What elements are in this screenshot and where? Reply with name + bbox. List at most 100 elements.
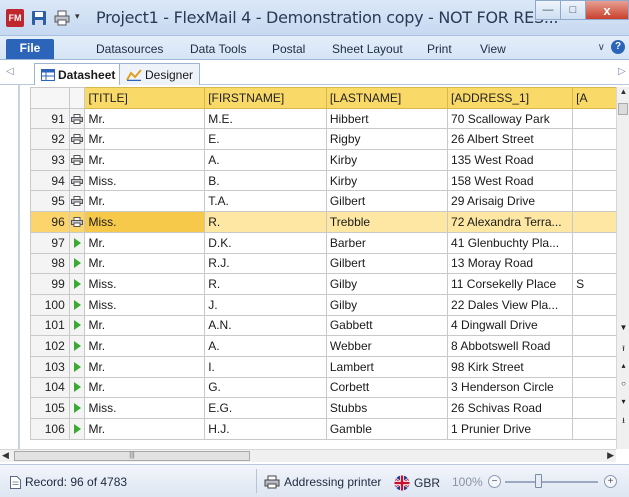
cell-lastname[interactable]: Rigby	[325, 128, 449, 151]
row-number[interactable]: 105	[30, 397, 70, 419]
tab-sheet-layout[interactable]: Sheet Layout	[332, 42, 403, 56]
cell-title[interactable]: Mr.	[84, 107, 206, 130]
cell-lastname[interactable]: Lambert	[325, 355, 449, 378]
scroll-previous-record-icon[interactable]: ▴	[617, 361, 629, 370]
cell-address1[interactable]: 3 Henderson Circle	[447, 376, 574, 399]
table-row[interactable]: 106 Mr. H.J. Gamble 1 Prunier Drive	[30, 418, 629, 440]
cell-firstname[interactable]: G.	[204, 376, 327, 399]
table-row[interactable]: 103 Mr. I. Lambert 98 Kirk Street	[30, 355, 629, 378]
cell-title[interactable]: Mr.	[84, 376, 206, 399]
country-indicator[interactable]: GBR	[394, 475, 440, 491]
cell-title[interactable]: Mr.	[84, 314, 206, 337]
cell-address1[interactable]: 158 West Road	[447, 169, 574, 192]
cell-lastname[interactable]: Trebble	[325, 211, 449, 233]
horizontal-scroll-thumb[interactable]: |||	[14, 451, 250, 461]
cell-address1[interactable]: 8 Abbotswell Road	[447, 335, 574, 357]
table-row[interactable]: 97 Mr. D.K. Barber 41 Glenbuchty Pla...	[30, 231, 629, 254]
table-row[interactable]: 101 Mr. A.N. Gabbett 4 Dingwall Drive	[30, 314, 629, 337]
cell-title[interactable]: Miss.	[84, 211, 206, 233]
tab-view[interactable]: View	[480, 42, 506, 56]
cell-firstname[interactable]: R.	[204, 273, 327, 295]
cell-lastname[interactable]: Gilby	[325, 293, 449, 316]
table-row[interactable]: 94 Miss. B. Kirby 158 West Road	[30, 169, 629, 192]
tab-datasheet[interactable]: Datasheet	[34, 63, 123, 85]
close-button[interactable]: x	[585, 0, 629, 20]
zoom-in-button[interactable]: +	[604, 475, 617, 488]
cell-firstname[interactable]: J.	[204, 293, 327, 316]
row-number[interactable]: 104	[30, 376, 70, 399]
row-number[interactable]: 97	[30, 231, 70, 254]
cell-title[interactable]: Mr.	[84, 335, 206, 357]
row-number[interactable]: 106	[30, 418, 70, 440]
cell-address1[interactable]: 29 Arisaig Drive	[447, 190, 574, 213]
row-number[interactable]: 91	[30, 107, 70, 130]
help-icon[interactable]: ?	[611, 40, 625, 54]
cell-lastname[interactable]: Gilbert	[325, 252, 449, 275]
row-number[interactable]: 92	[30, 128, 70, 151]
cell-firstname[interactable]: T.A.	[204, 190, 327, 213]
cell-firstname[interactable]: A.	[204, 335, 327, 357]
cell-title[interactable]: Miss.	[84, 169, 206, 192]
column-header-firstname[interactable]: [FIRSTNAME]	[204, 87, 327, 109]
tab-postal[interactable]: Postal	[272, 42, 305, 56]
row-number[interactable]: 101	[30, 314, 70, 337]
row-number[interactable]: 95	[30, 190, 70, 213]
tab-print[interactable]: Print	[427, 42, 452, 56]
cell-lastname[interactable]: Hibbert	[325, 107, 449, 130]
table-row[interactable]: 92 Mr. E. Rigby 26 Albert Street	[30, 128, 629, 151]
tab-datasources[interactable]: Datasources	[96, 42, 163, 56]
cell-firstname[interactable]: M.E.	[204, 107, 327, 130]
cell-lastname[interactable]: Gilby	[325, 273, 449, 295]
cell-address1[interactable]: 41 Glenbuchty Pla...	[447, 231, 574, 254]
cell-firstname[interactable]: H.J.	[204, 418, 327, 440]
tabs-scroll-left-icon[interactable]: ◁	[6, 66, 14, 77]
table-row[interactable]: 95 Mr. T.A. Gilbert 29 Arisaig Drive	[30, 190, 629, 213]
file-tab[interactable]: File	[6, 39, 54, 59]
cell-title[interactable]: Mr.	[84, 231, 206, 254]
cell-firstname[interactable]: E.	[204, 128, 327, 151]
cell-address1[interactable]: 4 Dingwall Drive	[447, 314, 574, 337]
cell-title[interactable]: Mr.	[84, 128, 206, 151]
cell-title[interactable]: Mr.	[84, 418, 206, 440]
cell-firstname[interactable]: B.	[204, 169, 327, 192]
cell-address1[interactable]: 72 Alexandra Terra...	[447, 211, 574, 233]
cell-lastname[interactable]: Kirby	[325, 169, 449, 192]
row-number[interactable]: 103	[30, 355, 70, 378]
column-header-title[interactable]: [TITLE]	[84, 87, 206, 109]
table-row[interactable]: 100 Miss. J. Gilby 22 Dales View Pla...	[30, 293, 629, 316]
minimize-ribbon-icon[interactable]: ∨	[598, 42, 605, 53]
cell-address1[interactable]: 26 Albert Street	[447, 128, 574, 151]
maximize-button[interactable]: □	[560, 0, 586, 20]
cell-title[interactable]: Mr.	[84, 190, 206, 213]
cell-address1[interactable]: 11 Corsekelly Place	[447, 273, 574, 295]
scroll-first-record-icon[interactable]: ⭱	[617, 343, 629, 357]
cell-address1[interactable]: 1 Prunier Drive	[447, 418, 574, 440]
tab-data-tools[interactable]: Data Tools	[190, 42, 246, 56]
cell-address1[interactable]: 70 Scalloway Park	[447, 107, 574, 130]
row-number[interactable]: 94	[30, 169, 70, 192]
cell-lastname[interactable]: Barber	[325, 231, 449, 254]
cell-firstname[interactable]: I.	[204, 355, 327, 378]
cell-address1[interactable]: 135 West Road	[447, 149, 574, 171]
table-row[interactable]: 102 Mr. A. Webber 8 Abbotswell Road	[30, 335, 629, 357]
cell-firstname[interactable]: R.J.	[204, 252, 327, 275]
cell-title[interactable]: Miss.	[84, 293, 206, 316]
cell-title[interactable]: Mr.	[84, 252, 206, 275]
cell-title[interactable]: Miss.	[84, 397, 206, 419]
row-number[interactable]: 93	[30, 149, 70, 171]
horizontal-scrollbar[interactable]: ◀ ||| ▶	[0, 449, 616, 462]
vertical-scrollbar[interactable]: ▲ ▼ ⭱ ▴ ○ ▾ ⭳	[616, 87, 629, 449]
table-row[interactable]: 91 Mr. M.E. Hibbert 70 Scalloway Park	[30, 107, 629, 130]
table-row[interactable]: 98 Mr. R.J. Gilbert 13 Moray Road	[30, 252, 629, 275]
table-row[interactable]: 93 Mr. A. Kirby 135 West Road	[30, 149, 629, 171]
scroll-down-arrow-icon[interactable]: ▼	[617, 323, 629, 332]
scroll-next-record-icon[interactable]: ▾	[617, 397, 629, 406]
cell-lastname[interactable]: Gabbett	[325, 314, 449, 337]
scroll-up-icon[interactable]: ▲	[617, 87, 629, 101]
cell-title[interactable]: Mr.	[84, 355, 206, 378]
quick-access-dropdown-icon[interactable]: ▾	[75, 11, 80, 22]
cell-lastname[interactable]: Kirby	[325, 149, 449, 171]
cell-lastname[interactable]: Corbett	[325, 376, 449, 399]
row-number[interactable]: 100	[30, 293, 70, 316]
table-row[interactable]: 99 Miss. R. Gilby 11 Corsekelly Place S	[30, 273, 629, 295]
